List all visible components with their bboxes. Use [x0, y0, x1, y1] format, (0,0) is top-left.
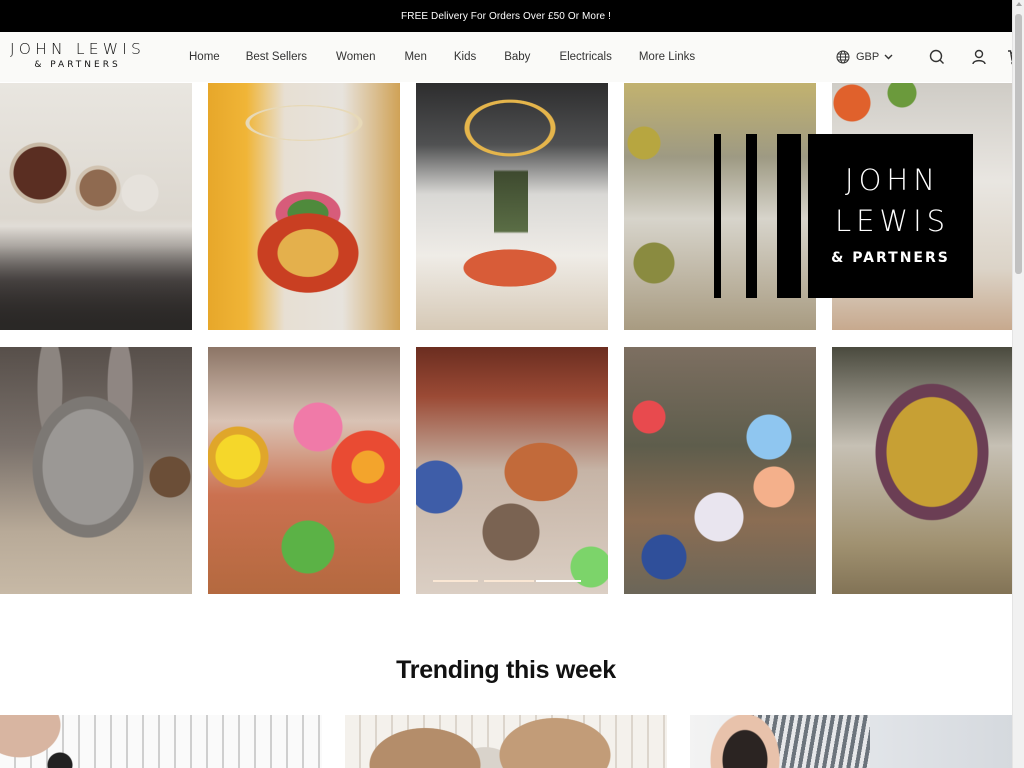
carousel-dot[interactable]	[484, 580, 534, 582]
carousel-dot-active[interactable]	[536, 580, 581, 582]
carousel-indicator	[416, 580, 608, 584]
search-button[interactable]	[929, 49, 945, 65]
trending-section	[0, 715, 1012, 768]
globe-icon	[836, 50, 850, 64]
brand-logo-line-3: & PARTNERS	[831, 250, 950, 266]
brand-stripe	[714, 134, 721, 298]
nav-item-more-links[interactable]: More Links	[639, 51, 695, 63]
announcement-bar: FREE Delivery For Orders Over £50 Or Mor…	[0, 0, 1012, 32]
announcement-text: FREE Delivery For Orders Over £50 Or Mor…	[401, 10, 611, 22]
scroll-up-arrow-icon[interactable]	[1016, 2, 1022, 6]
site-header: JOHN LEWIS & PARTNERS Home Best Sellers …	[0, 32, 1024, 82]
nav-item-best-sellers[interactable]: Best Sellers	[246, 51, 307, 63]
brand-stripe	[777, 134, 801, 298]
brand-logo-box: JOHN LEWIS & PARTNERS	[808, 134, 973, 298]
chevron-down-icon	[884, 54, 893, 60]
gallery-tile[interactable]	[416, 347, 608, 594]
header-actions: GBP	[836, 32, 1024, 82]
brand-stripe	[746, 134, 757, 298]
gallery-tile[interactable]	[416, 83, 608, 330]
brand-logo-line-2: LEWIS	[834, 204, 951, 238]
account-button[interactable]	[971, 49, 987, 65]
trending-card[interactable]	[0, 715, 322, 768]
trending-card[interactable]	[345, 715, 667, 768]
nav-item-electricals[interactable]: Electricals	[559, 51, 611, 63]
user-icon	[972, 49, 986, 65]
nav-item-men[interactable]: Men	[404, 51, 426, 63]
nav-item-women[interactable]: Women	[336, 51, 375, 63]
gallery-tile[interactable]	[624, 347, 816, 594]
gallery-tile[interactable]	[208, 347, 400, 594]
page: FREE Delivery For Orders Over £50 Or Mor…	[0, 0, 1024, 768]
search-icon	[930, 49, 945, 64]
brand-logo-line-1: JOHN	[845, 163, 940, 197]
gallery-tile[interactable]	[832, 347, 1013, 594]
main-nav: Home Best Sellers Women Men Kids Baby El…	[189, 32, 727, 82]
logo[interactable]: JOHN LEWIS & PARTNERS	[0, 41, 155, 72]
nav-item-home[interactable]: Home	[189, 51, 220, 63]
logo-line-2: & PARTNERS	[34, 60, 121, 70]
currency-label: GBP	[856, 51, 880, 63]
gallery-tile[interactable]	[208, 83, 400, 330]
nav-item-baby[interactable]: Baby	[504, 51, 530, 63]
scrollbar-thumb[interactable]	[1015, 14, 1022, 274]
currency-selector[interactable]: GBP	[836, 50, 899, 64]
trending-title: Trending this week	[396, 656, 616, 684]
nav-item-kids[interactable]: Kids	[454, 51, 476, 63]
trending-card[interactable]	[690, 715, 1012, 768]
gallery-tile[interactable]	[0, 83, 192, 330]
gallery-tile[interactable]	[0, 347, 192, 594]
brand-overlay: JOHN LEWIS & PARTNERS	[714, 134, 973, 298]
page-scrollbar[interactable]	[1012, 0, 1024, 768]
logo-line-1: JOHN LEWIS	[9, 40, 146, 58]
carousel-dot[interactable]	[433, 580, 478, 582]
